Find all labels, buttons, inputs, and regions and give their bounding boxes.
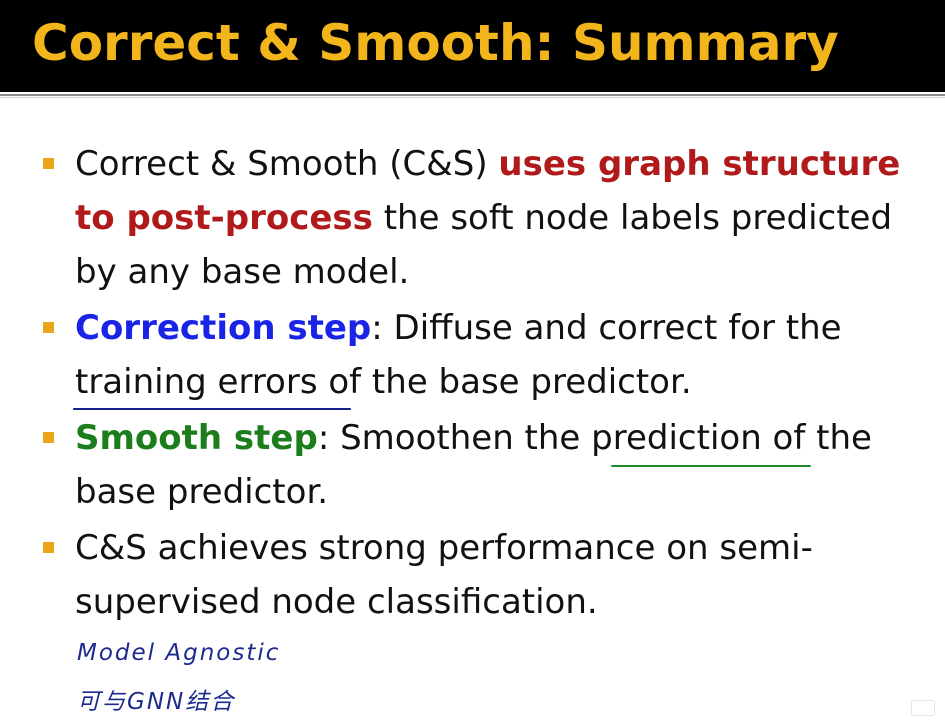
ink-underline-training-errors xyxy=(73,408,351,410)
handwritten-note-2: 可与GNN结合 xyxy=(77,689,236,715)
bullet-marker-icon xyxy=(43,432,54,443)
bullet-3-emphasis: Smooth step xyxy=(75,418,318,458)
bullet-item-2: Correction step: Diffuse and correct for… xyxy=(75,301,937,409)
bullet-4-text: C&S achieves strong performance on semi-… xyxy=(75,528,813,622)
bullet-marker-icon xyxy=(43,322,54,333)
bullet-list: Correct & Smooth (C&S) uses graph struct… xyxy=(0,0,945,720)
bullet-item-1: Correct & Smooth (C&S) uses graph struct… xyxy=(75,137,937,299)
ink-underline-prediction xyxy=(611,465,811,467)
slide-corner-icon xyxy=(911,700,935,716)
bullet-marker-icon xyxy=(43,158,54,169)
bullet-1-text-a: Correct & Smooth (C&S) xyxy=(75,144,499,184)
handwritten-note-1: Model Agnostic xyxy=(77,640,281,666)
bullet-2-emphasis: Correction step xyxy=(75,308,372,348)
bullet-item-4: C&S achieves strong performance on semi-… xyxy=(75,521,937,629)
bullet-marker-icon xyxy=(43,542,54,553)
